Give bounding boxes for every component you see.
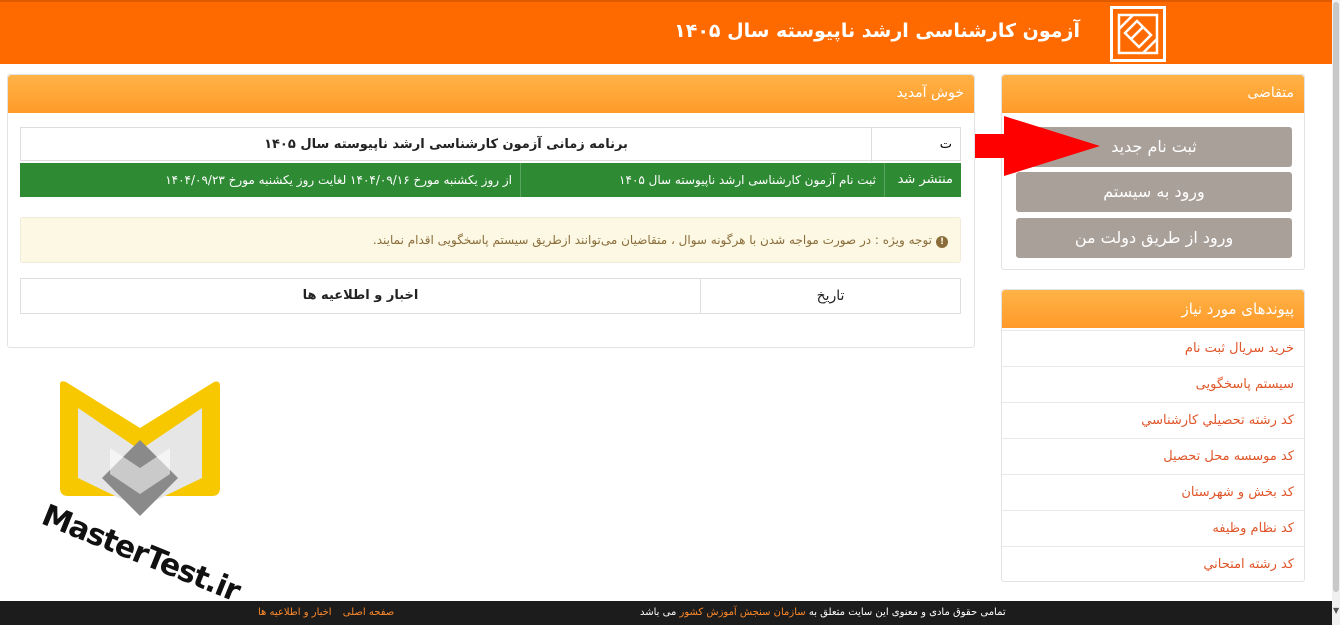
mastertest-logo: MasterTest.ir — [37, 378, 245, 609]
links-panel: پیوندهای مورد نیاز خرید سریال ثبت نام سی… — [1001, 289, 1305, 582]
news-date-header: تاریخ — [700, 279, 960, 313]
links-panel-title: پیوندهای مورد نیاز — [1002, 290, 1304, 328]
scroll-down-arrow-icon[interactable]: ▼ — [1333, 606, 1339, 616]
login-button[interactable]: ورود به سیستم — [1016, 172, 1292, 212]
footer-rights-suffix: می باشد — [640, 607, 677, 618]
link-buy-serial[interactable]: خرید سریال ثبت نام — [1002, 330, 1304, 366]
site-title: آزمون کارشناسی ارشد ناپیوسته سال ۱۴۰۵ — [674, 20, 1080, 42]
footer-org-link[interactable]: سازمان سنجش آموزش کشور — [680, 607, 806, 618]
news-title-header: اخبار و اطلاعیه ها — [302, 288, 419, 303]
site-footer: صفحه اصلی اخبار و اطلاعیه ها تمامی حقوق … — [0, 601, 1332, 625]
applicant-panel-title: متقاضی — [1002, 75, 1304, 113]
footer-copyright: تمامی حقوق مادی و معنوی این سایت متعلق ب… — [640, 607, 1006, 618]
page-scrollbar[interactable]: ▼ — [1332, 0, 1340, 625]
notice-alert: ! توجه ویژه : در صورت مواجه شدن با هرگونه… — [20, 217, 961, 263]
schedule-title: برنامه زمانی آزمون کارشناسی ارشد ناپیوست… — [264, 137, 628, 152]
links-list: خرید سریال ثبت نام سیستم پاسخگویی کد رشت… — [1002, 330, 1304, 582]
link-exam-field-code[interactable]: کد رشته امتحاني — [1002, 546, 1304, 582]
link-support-system[interactable]: سیستم پاسخگویی — [1002, 366, 1304, 402]
logo-icon — [1117, 13, 1159, 55]
schedule-label: ت — [871, 128, 960, 162]
site-logo[interactable] — [1110, 6, 1166, 62]
published-event: ثبت نام آزمون کارشناسی ارشد ناپیوسته سال… — [520, 163, 884, 197]
news-table-header: تاریخ اخبار و اطلاعیه ها — [20, 278, 961, 314]
footer-nav: صفحه اصلی اخبار و اطلاعیه ها — [250, 607, 394, 618]
link-bachelor-field-code[interactable]: کد رشته تحصيلي کارشناسي — [1002, 402, 1304, 438]
link-institution-code[interactable]: کد موسسه محل تحصيل — [1002, 438, 1304, 474]
scrollbar-thumb[interactable] — [1333, 2, 1339, 592]
link-military-service-code[interactable]: کد نظام وظيفه — [1002, 510, 1304, 546]
published-status: منتشر شد — [884, 163, 961, 197]
footer-rights-prefix: تمامی حقوق مادی و معنوی این سایت متعلق ب… — [808, 607, 1006, 618]
schedule-header-row: ت برنامه زمانی آزمون کارشناسی ارشد ناپیو… — [20, 127, 961, 162]
link-district-code[interactable]: کد بخش و شهرستان — [1002, 474, 1304, 510]
notice-text: توجه ویژه : در صورت مواجه شدن با هرگونه … — [372, 233, 932, 247]
welcome-panel: خوش آمدید ت برنامه زمانی آزمون کارشناسی … — [7, 74, 975, 348]
site-header: آزمون کارشناسی ارشد ناپیوسته سال ۱۴۰۵ — [0, 0, 1332, 64]
info-icon: ! — [936, 236, 948, 248]
welcome-panel-title: خوش آمدید — [8, 75, 974, 113]
published-row: منتشر شد ثبت نام آزمون کارشناسی ارشد ناپ… — [20, 163, 961, 197]
footer-link-home[interactable]: صفحه اصلی — [343, 607, 394, 618]
published-date-range: از روز یکشنبه مورخ ۱۴۰۴/۰۹/۱۶ لغایت روز … — [165, 173, 512, 187]
footer-link-news[interactable]: اخبار و اطلاعیه ها — [258, 607, 332, 618]
gov-login-button[interactable]: ورود از طریق دولت من — [1016, 218, 1292, 258]
